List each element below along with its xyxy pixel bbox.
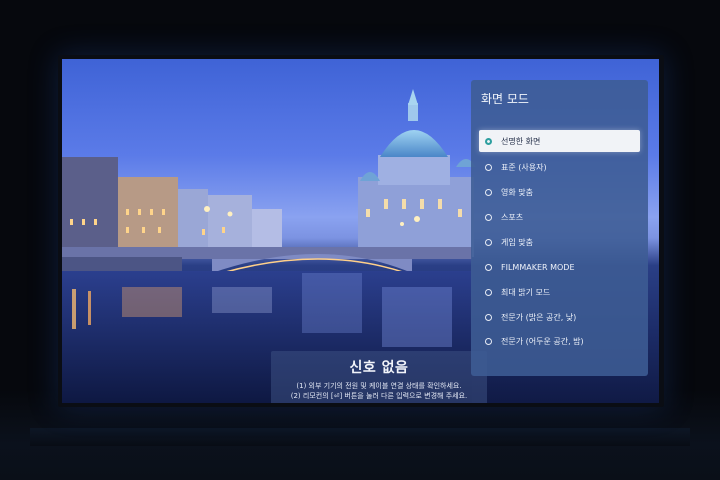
no-signal-instruction-1: (1) 외부 기기의 전원 및 케이블 연결 상태를 확인하세요. — [296, 382, 462, 390]
option-label: 게임 맞춤 — [501, 237, 533, 247]
option-label: FILMMAKER MODE — [501, 262, 575, 272]
cathedral — [358, 89, 476, 257]
radio-unchecked-icon — [485, 163, 492, 171]
no-signal-dialog: 신호 없음 (1) 외부 기기의 전원 및 케이블 연결 상태를 확인하세요. … — [271, 351, 487, 403]
radio-unchecked-icon — [485, 288, 492, 296]
picture-mode-option-max-brightness[interactable]: 최대 밝기 모드 — [479, 281, 640, 303]
option-label: 영화 맞춤 — [501, 187, 533, 197]
left-buildings — [62, 157, 282, 249]
picture-mode-option-sports[interactable]: 스포츠 — [479, 206, 640, 228]
radio-unchecked-icon — [485, 188, 492, 196]
radio-unchecked-icon — [485, 238, 492, 246]
picture-mode-option-cinema[interactable]: 영화 맞춤 — [479, 181, 640, 203]
radio-unchecked-icon — [485, 337, 492, 345]
no-signal-instruction-2: (2) 리모컨의 [⏎] 버튼을 눌러 다른 입력으로 변경해 주세요. — [290, 392, 468, 400]
picture-mode-option-filmmaker[interactable]: FILMMAKER MODE — [479, 256, 640, 278]
option-label: 전문가 (어두운 공간, 밤) — [501, 336, 584, 346]
radio-checked-icon — [485, 137, 492, 145]
option-label: 스포츠 — [501, 212, 524, 222]
tv-stand — [30, 428, 690, 446]
option-label: 최대 밝기 모드 — [501, 287, 551, 297]
picture-mode-option-expert-dark[interactable]: 전문가 (어두운 공간, 밤) — [479, 330, 640, 352]
radio-unchecked-icon — [485, 213, 492, 221]
no-signal-title: 신호 없음 — [349, 360, 409, 376]
option-label: 전문가 (밝은 공간, 낮) — [501, 312, 577, 322]
bridge — [62, 247, 472, 275]
option-label: 표준 (사용자) — [501, 162, 547, 172]
picture-mode-option-expert-bright[interactable]: 전문가 (밝은 공간, 낮) — [479, 306, 640, 328]
picture-mode-menu: 화면 모드 선명한 화면 표준 (사용자) 영화 맞춤 스포츠 게임 맞춤 FI… — [471, 80, 648, 376]
option-label: 선명한 화면 — [501, 136, 541, 146]
picture-mode-option-vivid[interactable]: 선명한 화면 — [479, 130, 640, 152]
radio-unchecked-icon — [485, 263, 492, 271]
menu-title: 화면 모드 — [481, 92, 529, 106]
picture-mode-option-game[interactable]: 게임 맞춤 — [479, 231, 640, 253]
picture-mode-option-standard-user[interactable]: 표준 (사용자) — [479, 156, 640, 178]
radio-unchecked-icon — [485, 313, 492, 321]
